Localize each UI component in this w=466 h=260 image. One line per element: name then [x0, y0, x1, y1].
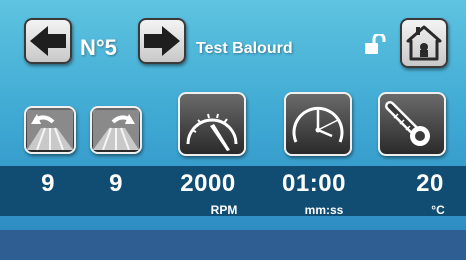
- program-number: N°5: [80, 35, 117, 60]
- speed-unit: RPM: [210, 203, 238, 217]
- duration-button[interactable]: [284, 92, 352, 156]
- tilt-right-button[interactable]: [90, 106, 142, 154]
- speed-button[interactable]: [178, 92, 246, 156]
- road-tilt-left-icon: [27, 110, 73, 150]
- speedometer-icon: [186, 113, 238, 151]
- thermometer-icon: [385, 101, 430, 146]
- arrow-left-icon: [30, 26, 66, 56]
- tilt-left-button[interactable]: [24, 106, 76, 154]
- home-button[interactable]: [400, 18, 448, 68]
- next-program-button[interactable]: [138, 18, 186, 64]
- footer-bar: [0, 230, 466, 260]
- duration-unit: mm:ss: [304, 203, 344, 217]
- unlocked-padlock-icon[interactable]: [364, 32, 386, 56]
- duration-value: 01:00: [282, 170, 346, 197]
- speed-value: 2000: [180, 170, 236, 197]
- header-bar: N°5 Test Balourd: [0, 0, 466, 80]
- home-icon: [406, 25, 442, 61]
- page-title: Test Balourd: [196, 40, 293, 57]
- right-tilt-value: 9: [109, 170, 123, 197]
- temperature-unit: °C: [431, 203, 445, 217]
- arrow-right-icon: [144, 26, 180, 56]
- road-tilt-right-icon: [93, 110, 139, 150]
- temperature-button[interactable]: [378, 92, 446, 156]
- temperature-value: 20: [416, 170, 444, 197]
- previous-program-button[interactable]: [24, 18, 72, 64]
- clock-icon: [292, 106, 344, 143]
